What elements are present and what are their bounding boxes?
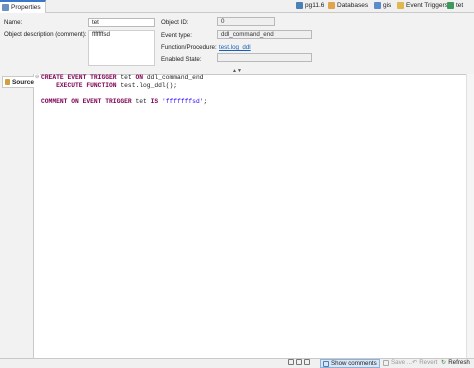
enabled-state-label: Enabled State: xyxy=(161,56,202,63)
properties-icon xyxy=(2,4,9,11)
function-label: Function/Procedure: xyxy=(161,44,217,51)
databases-icon xyxy=(328,2,335,9)
source-icon xyxy=(5,79,10,85)
trigger-icon xyxy=(447,2,454,9)
server-icon xyxy=(296,2,303,9)
description-label: Object description (comment): xyxy=(4,31,87,38)
event-type-field: ddl_command_end xyxy=(217,30,312,39)
function-link[interactable]: test.log_ddl xyxy=(219,44,251,51)
save-icon xyxy=(383,359,389,366)
comment-icon xyxy=(323,360,329,367)
object-id-field: 0 xyxy=(217,17,275,26)
revert-button[interactable]: ↶ Revert xyxy=(412,359,437,366)
side-tab-bar xyxy=(0,74,34,358)
enabled-state-field xyxy=(217,53,312,62)
show-comments-button[interactable]: Show comments xyxy=(320,359,380,368)
editor-gutter xyxy=(34,74,40,358)
fold-icon[interactable]: ⊖ xyxy=(35,74,39,80)
sql-editor[interactable] xyxy=(0,74,474,358)
layout-icon[interactable] xyxy=(296,359,302,365)
description-field[interactable]: fffffffsd xyxy=(88,30,155,66)
tab-properties-label: Properties xyxy=(11,4,41,11)
event-type-label: Event type: xyxy=(161,32,192,39)
save-button[interactable]: Save ... xyxy=(383,359,412,366)
object-id-label: Object ID: xyxy=(161,19,189,26)
tab-properties[interactable]: Properties xyxy=(0,0,46,13)
panel-icon[interactable] xyxy=(288,359,294,365)
dock-icon[interactable] xyxy=(304,359,310,365)
breadcrumb-item-event-triggers[interactable]: Event Triggers xyxy=(397,2,448,9)
revert-icon: ↶ xyxy=(412,359,418,366)
code-line: EXECUTE FUNCTION test.log_ddl(); xyxy=(41,82,178,89)
breadcrumb-item-databases[interactable]: Databases xyxy=(328,2,368,9)
code-line: COMMENT ON EVENT TRIGGER tet IS 'fffffff… xyxy=(41,98,208,105)
tab-source[interactable]: Source xyxy=(2,76,34,88)
database-icon xyxy=(374,2,381,9)
breadcrumb-item-gis[interactable]: gis xyxy=(374,2,391,9)
name-label: Name: xyxy=(4,19,23,26)
folder-icon xyxy=(397,2,404,9)
breadcrumb-item-tet[interactable]: tet xyxy=(447,2,463,9)
refresh-icon: ↻ xyxy=(441,359,447,366)
refresh-button[interactable]: ↻ Refresh xyxy=(441,359,470,366)
name-field[interactable]: tet xyxy=(88,18,155,27)
breadcrumb-item-server[interactable]: pg11.6 xyxy=(296,2,324,9)
vertical-scrollbar[interactable] xyxy=(466,74,474,358)
code-line: CREATE EVENT TRIGGER tet ON ddl_command_… xyxy=(41,74,204,81)
toolbar-icon-group[interactable] xyxy=(288,359,310,365)
